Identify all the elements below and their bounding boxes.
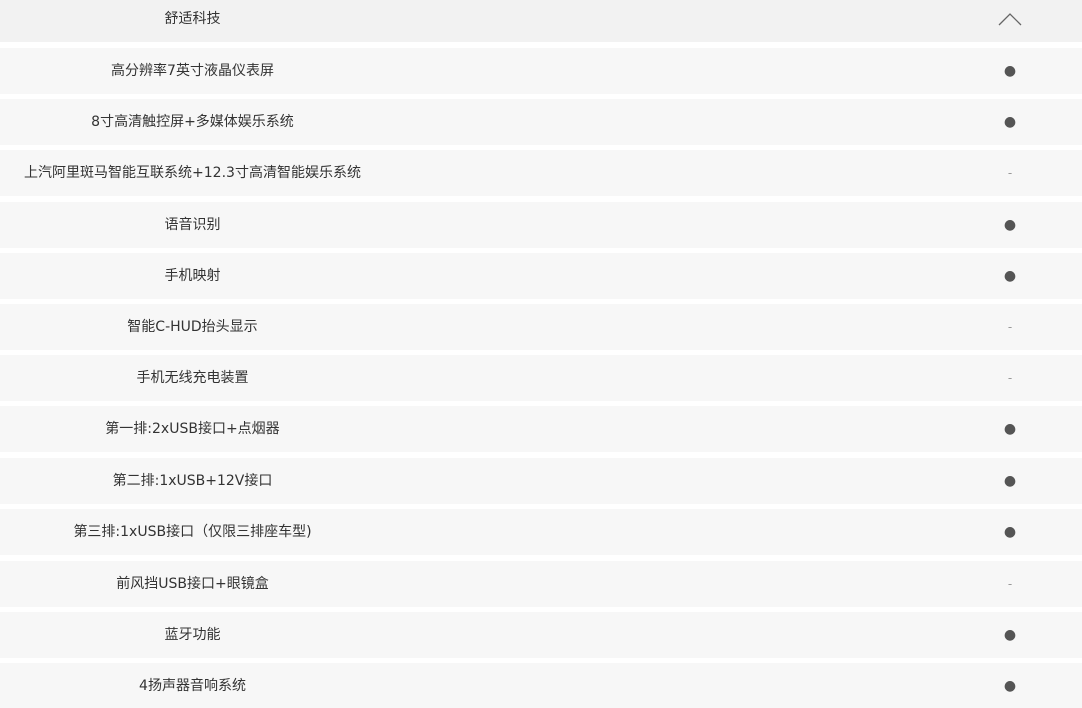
not-available-indicator: - (1007, 371, 1013, 385)
table-row: 蓝牙功能 ● (0, 612, 1082, 658)
row-label: 4扬声器音响系统 (139, 678, 246, 694)
section-title: 舒适科技 (164, 11, 221, 27)
standard-indicator: ● (1003, 268, 1017, 284)
table-row: 4扬声器音响系统 ● (0, 663, 1082, 708)
table-row: 智能C-HUD抬头显示 - (0, 304, 1082, 350)
standard-indicator: ● (1003, 114, 1017, 130)
table-row: 语音识别 ● (0, 202, 1082, 248)
standard-indicator: ● (1003, 421, 1017, 437)
row-label: 手机无线充电装置 (136, 370, 249, 386)
standard-indicator: ● (1003, 627, 1017, 643)
row-label: 语音识别 (164, 217, 221, 233)
standard-indicator: ● (1003, 63, 1017, 79)
row-label: 手机映射 (164, 268, 221, 284)
row-label: 第三排:1xUSB接口（仅限三排座车型) (73, 524, 312, 540)
standard-indicator: ● (1003, 524, 1017, 540)
not-available-indicator: - (1007, 166, 1013, 180)
chevron-up-icon[interactable] (990, 6, 1030, 34)
table-row: 第二排:1xUSB+12V接口 ● (0, 458, 1082, 504)
table-row: 手机映射 ● (0, 253, 1082, 299)
row-label: 8寸高清触控屏+多媒体娱乐系统 (91, 114, 294, 130)
table-row: 8寸高清触控屏+多媒体娱乐系统 ● (0, 99, 1082, 145)
row-label: 智能C-HUD抬头显示 (127, 319, 258, 335)
table-row: 前风挡USB接口+眼镜盒 - (0, 561, 1082, 607)
table-row: 高分辨率7英寸液晶仪表屏 ● (0, 48, 1082, 94)
table-row: 手机无线充电装置 - (0, 355, 1082, 401)
section-header[interactable]: 舒适科技 (0, 0, 1082, 42)
spec-table: 舒适科技 高分辨率7英寸液晶仪表屏 ● 8寸高清触控屏+多媒体娱乐系统 ● 上汽阿里斑马… (0, 0, 1082, 708)
table-row: 上汽阿里斑马智能互联系统+12.3寸高清智能娱乐系统 - (0, 150, 1082, 196)
row-label: 蓝牙功能 (164, 627, 221, 643)
row-label: 上汽阿里斑马智能互联系统+12.3寸高清智能娱乐系统 (24, 165, 361, 181)
not-available-indicator: - (1007, 577, 1013, 591)
table-row: 第三排:1xUSB接口（仅限三排座车型) ● (0, 509, 1082, 555)
not-available-indicator: - (1007, 320, 1013, 334)
standard-indicator: ● (1003, 217, 1017, 233)
row-label: 前风挡USB接口+眼镜盒 (116, 576, 269, 592)
row-label: 第一排:2xUSB接口+点烟器 (105, 421, 280, 437)
table-row: 第一排:2xUSB接口+点烟器 ● (0, 406, 1082, 452)
standard-indicator: ● (1003, 678, 1017, 694)
standard-indicator: ● (1003, 473, 1017, 489)
row-label: 高分辨率7英寸液晶仪表屏 (111, 63, 274, 79)
row-label: 第二排:1xUSB+12V接口 (112, 473, 273, 489)
